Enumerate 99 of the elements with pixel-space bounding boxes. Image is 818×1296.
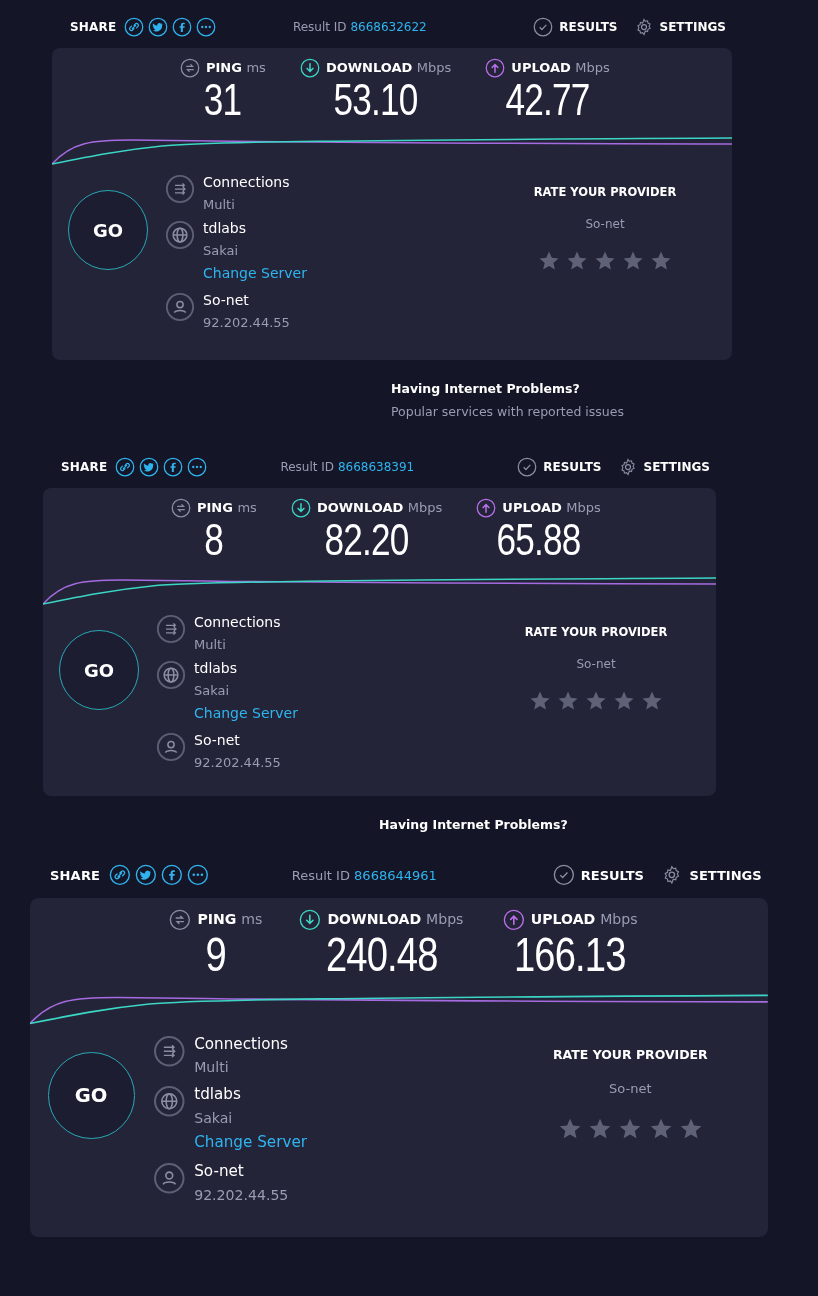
bird-icon[interactable] [134,864,157,887]
connections-icon [165,174,195,204]
link-icon[interactable] [108,864,131,887]
provider-name: So-net [584,216,626,234]
info-detail: Multi [203,196,235,213]
metric-value: 31 [204,78,242,122]
info-title: So-net [194,1162,244,1181]
person-icon [152,1162,186,1195]
info-title: So-net [203,291,249,309]
metric-label: PING ms [197,910,263,930]
info-title: So-net [194,731,240,749]
share-label: SHARE [49,866,101,885]
connections-icon [156,614,186,644]
info-detail: Sakai [194,683,230,699]
globe-icon [165,220,195,251]
info-detail: Sakai [203,243,239,259]
link-icon[interactable] [124,17,145,37]
metric-label: PING ms [206,59,266,78]
download-icon [290,498,311,518]
metric-value: 166.13 [514,930,626,979]
upload-icon [485,58,506,78]
info-detail: 92.202.44.55 [194,754,281,771]
change-server-link[interactable]: Change Server [194,702,298,724]
result-id-link[interactable]: 8668638391 [337,460,415,474]
upload-icon [476,498,497,518]
f-logo-icon[interactable] [160,864,183,887]
problems-title: Having Internet Problems? [391,380,581,398]
f-logo-icon[interactable] [172,17,193,37]
provider-name: So-net [608,1080,653,1099]
globe-icon [152,1085,186,1118]
results-button[interactable]: RESULTS [552,864,644,887]
rating-title: RATE YOUR PROVIDER [532,184,678,201]
info-title: Connections [203,174,290,191]
info-detail: 92.202.44.55 [194,1187,289,1205]
check-icon [533,17,554,37]
settings-button[interactable]: SETTINGS [661,864,762,887]
go-button[interactable]: GO [68,190,148,270]
more-icon[interactable] [186,864,209,887]
info-title: tdlabs [194,660,238,678]
result-id-link[interactable]: 8668644961 [354,867,437,883]
ping-icon [180,58,200,78]
metric-value: 65.88 [496,518,581,562]
info-title: tdlabs [194,1085,241,1104]
settings-button[interactable]: SETTINGS [617,457,710,477]
share-label: SHARE [61,459,108,476]
rating-title: RATE YOUR PROVIDER [552,1045,709,1064]
f-logo-icon[interactable] [163,457,184,477]
rating-title: RATE YOUR PROVIDER [523,624,669,641]
share-label: SHARE [70,19,117,36]
go-button[interactable]: GO [59,630,139,710]
ping-icon [171,498,191,518]
result-id-link[interactable]: 8668632622 [350,20,427,34]
bird-icon[interactable] [139,457,160,477]
settings-button[interactable]: SETTINGS [633,17,726,37]
provider-name: So-net [575,656,617,674]
info-title: Connections [194,614,281,631]
check-icon [552,864,575,887]
connections-icon [152,1034,186,1068]
metric-value: 82.20 [324,518,409,562]
more-icon[interactable] [187,457,208,477]
results-button[interactable]: RESULTS [517,457,602,477]
person-icon [156,731,186,762]
metric-label: UPLOAD Mbps [511,59,610,78]
info-title: tdlabs [203,220,247,238]
metric-value: 9 [205,930,226,979]
ping-icon [169,908,191,931]
info-title: Connections [194,1034,289,1053]
more-icon[interactable] [196,17,217,37]
result-id-label: Result ID [291,867,350,883]
metric-label: DOWNLOAD Mbps [327,910,464,930]
download-icon [299,58,320,78]
metric-value: 8 [204,518,224,562]
result-id-label: Result ID [280,460,335,474]
change-server-link[interactable]: Change Server [194,1131,307,1154]
metric-label: DOWNLOAD Mbps [316,499,443,518]
info-detail: Multi [194,1059,229,1077]
results-button[interactable]: RESULTS [533,17,618,37]
metric-value: 240.48 [325,930,438,979]
metric-label: PING ms [197,499,257,518]
link-icon[interactable] [115,457,136,477]
globe-icon [156,660,186,691]
change-server-link[interactable]: Change Server [203,262,307,284]
info-detail: Sakai [194,1109,233,1127]
check-icon [517,457,538,477]
metric-value: 42.77 [505,78,590,122]
info-detail: 92.202.44.55 [203,314,290,331]
metric-value: 53.10 [333,78,418,122]
download-icon [299,908,321,931]
problems-title: Having Internet Problems? [379,816,569,834]
metric-label: UPLOAD Mbps [502,499,601,518]
info-detail: Multi [194,636,226,653]
metric-label: DOWNLOAD Mbps [325,59,452,78]
metric-label: UPLOAD Mbps [530,910,638,930]
go-button[interactable]: GO [47,1052,135,1139]
result-id-label: Result ID [292,20,347,34]
person-icon [165,291,195,322]
bird-icon[interactable] [148,17,169,37]
upload-icon [502,908,525,931]
problems-subtitle: Popular services with reported issues [391,402,625,421]
